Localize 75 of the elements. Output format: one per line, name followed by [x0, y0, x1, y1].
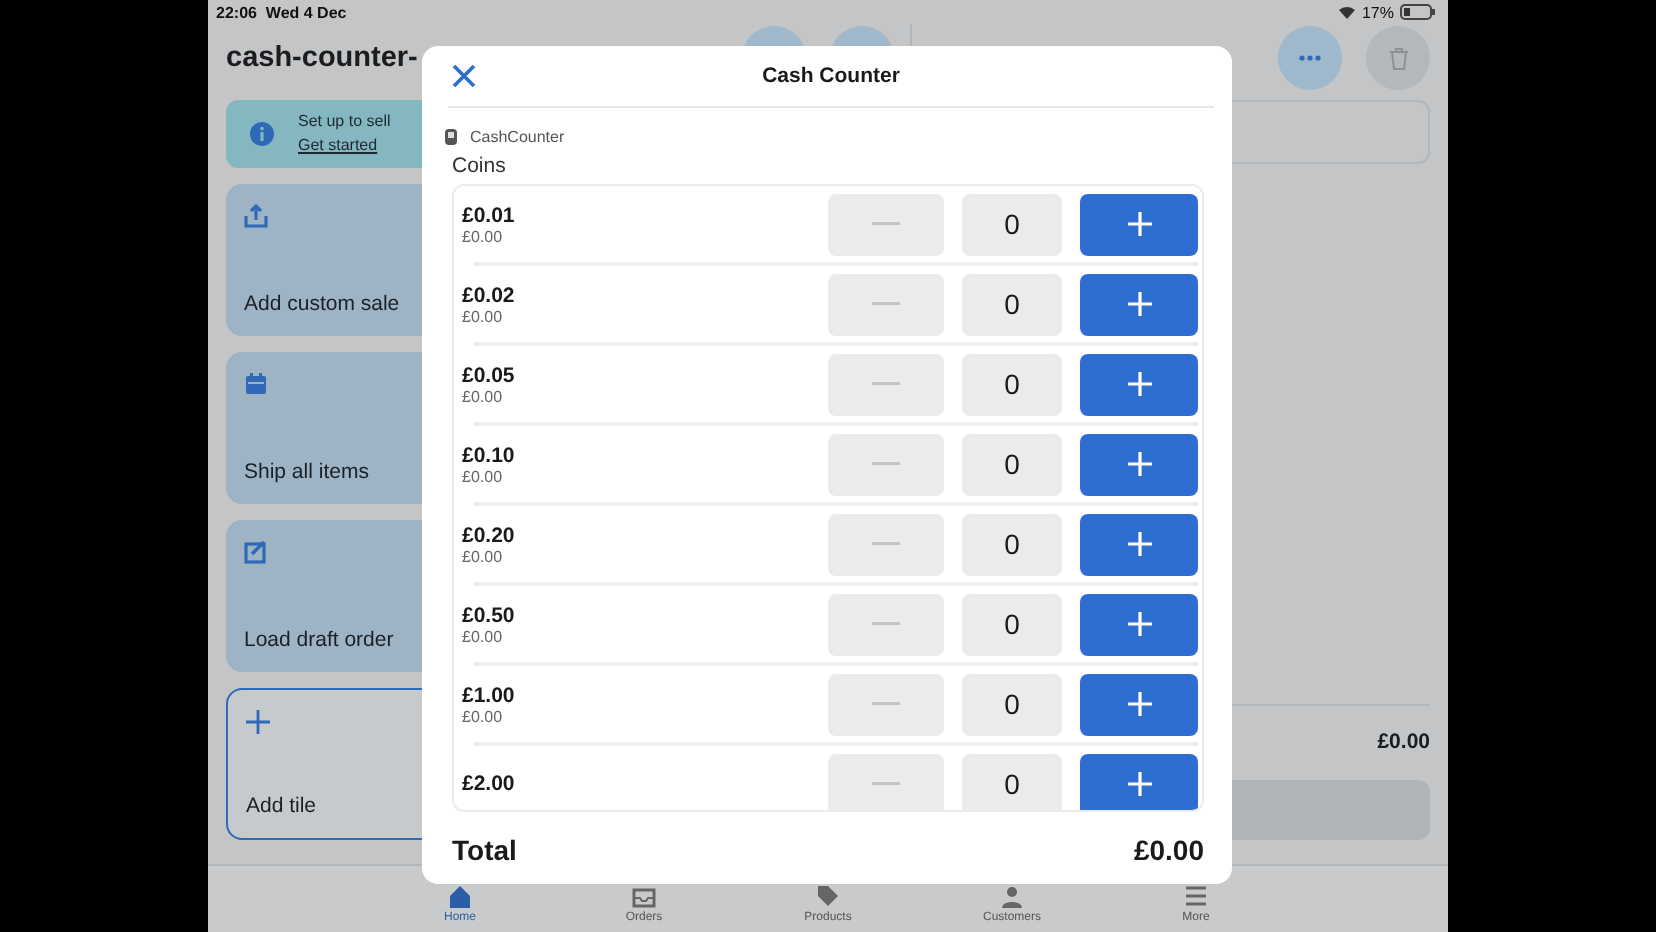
increment-button[interactable] [1080, 513, 1198, 575]
minus-icon [872, 542, 900, 546]
count-field[interactable]: 0 [962, 353, 1062, 415]
more-icon [1298, 54, 1322, 62]
wifi-icon [1337, 4, 1356, 20]
increment-button[interactable] [1080, 593, 1198, 655]
close-icon [448, 60, 480, 92]
minus-icon [872, 302, 900, 306]
denomination: £0.02 [462, 283, 517, 307]
denomination: £0.20 [462, 523, 517, 547]
row-subtotal: £0.00 [462, 627, 505, 645]
row-subtotal: £0.00 [462, 227, 505, 245]
count-field[interactable]: 0 [962, 593, 1062, 655]
plus-icon [246, 710, 270, 734]
minus-icon [872, 462, 900, 466]
source-label: CashCounter [470, 127, 565, 145]
total-label: Total [452, 834, 517, 866]
minus-icon [872, 382, 900, 386]
battery-icon [1400, 4, 1436, 20]
app-title: cash-counter- [226, 42, 420, 74]
plus-icon [1127, 532, 1151, 556]
trash-icon [1389, 47, 1407, 69]
more-button[interactable] [1278, 26, 1342, 90]
menu-icon [1184, 884, 1208, 908]
plus-icon [1127, 612, 1151, 636]
denomination: £2.00 [462, 772, 517, 796]
denomination: £1.00 [462, 683, 517, 707]
close-button[interactable] [448, 60, 480, 92]
edit-icon [244, 540, 268, 564]
status-time: 22:06 Wed 4 Dec [216, 3, 347, 21]
plus-icon [1127, 692, 1151, 716]
denomination: £0.01 [462, 203, 517, 227]
count-field[interactable]: 0 [962, 193, 1062, 255]
calendar-icon [244, 372, 268, 396]
increment-button[interactable] [1080, 193, 1198, 255]
count-field[interactable]: 0 [962, 273, 1062, 335]
plus-icon [1127, 212, 1151, 236]
dialog-title: Cash Counter [762, 64, 900, 88]
denomination: £0.10 [462, 443, 517, 467]
count-field[interactable]: 0 [962, 513, 1062, 575]
inbox-icon [632, 884, 656, 908]
row-subtotal: £0.00 [462, 307, 505, 325]
plus-icon [1127, 372, 1151, 396]
minus-icon [872, 702, 900, 706]
banner-title: Set up to sell [298, 110, 391, 134]
denomination: £0.50 [462, 603, 517, 627]
row-subtotal: £0.00 [462, 467, 505, 485]
minus-icon [872, 622, 900, 626]
increment-button[interactable] [1080, 673, 1198, 735]
row-subtotal: £0.00 [462, 387, 505, 405]
minus-icon [872, 222, 900, 226]
upload-icon [244, 204, 268, 228]
app-icon [444, 127, 458, 145]
cart-subtotal: £0.00 [1377, 729, 1430, 753]
increment-button[interactable] [1080, 353, 1198, 415]
count-field[interactable]: 0 [962, 753, 1062, 810]
total-amount: £0.00 [1133, 834, 1204, 866]
battery-percent: 17% [1361, 3, 1394, 21]
count-field[interactable]: 0 [962, 673, 1062, 735]
increment-button[interactable] [1080, 753, 1198, 810]
increment-button[interactable] [1080, 273, 1198, 335]
denomination: £0.05 [462, 363, 517, 387]
increment-button[interactable] [1080, 433, 1198, 495]
plus-icon [1127, 452, 1151, 476]
row-subtotal: £0.00 [462, 707, 505, 725]
minus-icon [872, 782, 900, 786]
count-field[interactable]: 0 [962, 433, 1062, 495]
delete-button[interactable] [1366, 26, 1430, 90]
plus-icon [1127, 292, 1151, 316]
get-started-link[interactable]: Get started [298, 134, 391, 158]
info-icon [250, 122, 274, 146]
plus-icon [1127, 772, 1151, 796]
person-icon [1000, 884, 1024, 908]
row-subtotal: £0.00 [462, 547, 505, 565]
section-heading: Coins [452, 154, 508, 178]
